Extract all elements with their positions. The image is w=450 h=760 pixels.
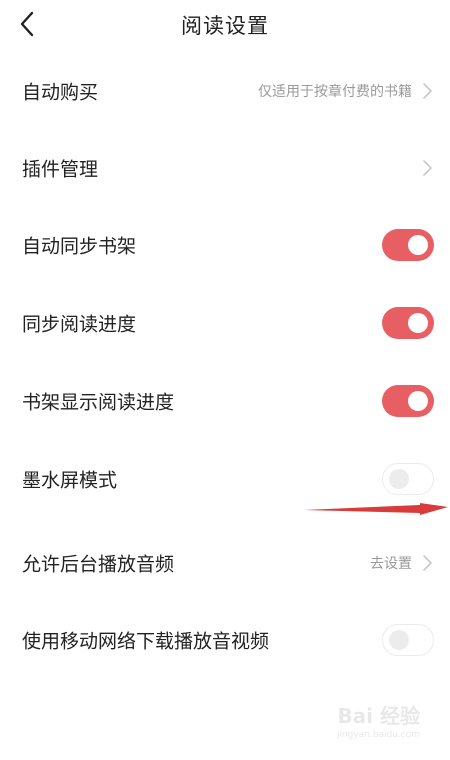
toggle-knob <box>408 313 428 333</box>
setting-row-sync-reading-progress: 同步阅读进度 <box>0 293 450 353</box>
setting-label: 自动购买 <box>22 81 99 104</box>
toggle-knob <box>408 391 428 411</box>
setting-hint: 仅适用于按章付费的书籍 <box>258 84 412 100</box>
setting-label: 允许后台播放音频 <box>22 553 175 576</box>
watermark-text: Bai 经验 <box>337 704 420 728</box>
setting-label: 自动同步书架 <box>22 235 137 258</box>
setting-row-auto-sync-bookshelf: 自动同步书架 <box>0 215 450 275</box>
toggle-switch[interactable] <box>382 624 434 656</box>
toggle-switch[interactable] <box>382 307 434 339</box>
setting-row-bookshelf-show-progress: 书架显示阅读进度 <box>0 371 450 431</box>
chevron-right-icon <box>423 160 432 176</box>
toggle-knob <box>389 630 409 650</box>
setting-row-auto-purchase[interactable]: 自动购买 仅适用于按章付费的书籍 <box>0 61 450 121</box>
setting-row-background-audio[interactable]: 允许后台播放音频 去设置 <box>0 533 450 593</box>
toggle-switch[interactable] <box>382 229 434 261</box>
setting-row-eink-mode: 墨水屏模式 <box>0 449 450 509</box>
toggle-knob <box>408 235 428 255</box>
watermark: Bai 经验 jingyan.baidu.com <box>310 700 420 740</box>
chevron-right-icon <box>423 555 432 571</box>
page-title: 阅读设置 <box>181 14 269 38</box>
setting-label: 书架显示阅读进度 <box>22 391 175 414</box>
setting-hint: 去设置 <box>370 556 412 572</box>
watermark-subtext: jingyan.baidu.com <box>336 730 420 740</box>
setting-row-plugin-management[interactable]: 插件管理 <box>0 138 450 198</box>
toggle-knob <box>389 469 409 489</box>
setting-label: 同步阅读进度 <box>22 313 137 336</box>
setting-row-mobile-network-media: 使用移动网络下载播放音视频 <box>0 610 450 670</box>
reading-settings-screen: 阅读设置 自动购买 仅适用于按章付费的书籍 插件管理 自动同步书架 同步阅读进度… <box>0 0 450 760</box>
top-bar: 阅读设置 <box>0 0 450 50</box>
toggle-switch[interactable] <box>382 463 434 495</box>
setting-label: 墨水屏模式 <box>22 469 118 492</box>
setting-label: 使用移动网络下载播放音视频 <box>22 630 270 653</box>
chevron-right-icon <box>423 83 432 99</box>
toggle-switch[interactable] <box>382 385 434 417</box>
setting-label: 插件管理 <box>22 158 99 181</box>
